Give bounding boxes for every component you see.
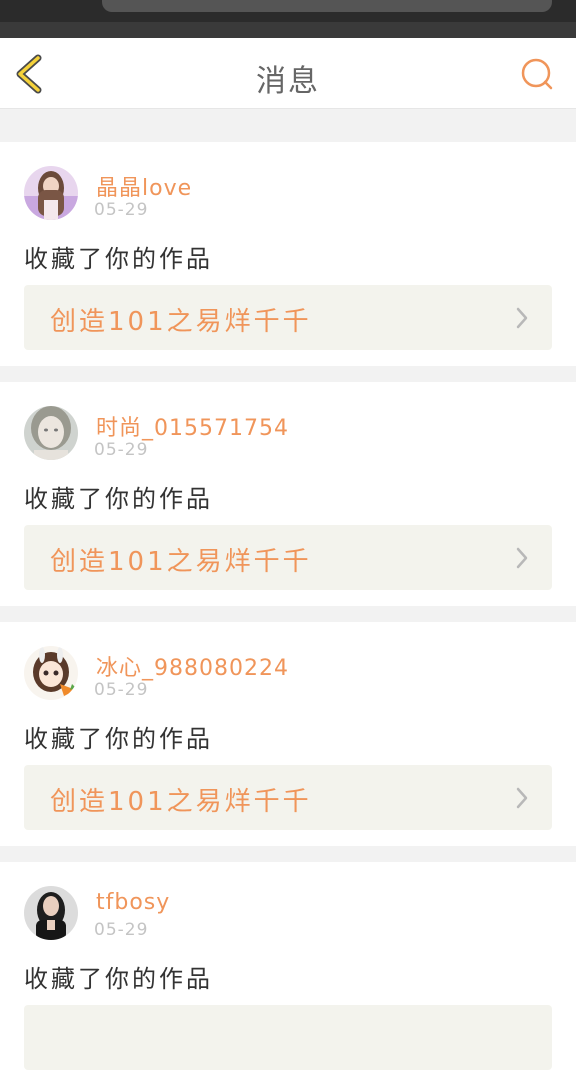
avatar-girl-long-hair	[24, 166, 78, 220]
avatar[interactable]	[24, 886, 78, 940]
chevron-right-icon	[516, 787, 528, 809]
message-card: 晶晶love 05-29 收藏了你的作品 创造101之易烊千千	[0, 142, 576, 366]
username[interactable]: 晶晶love	[96, 170, 192, 202]
work-link[interactable]	[24, 1005, 552, 1070]
work-title: 创造101之易烊千千	[50, 547, 312, 577]
search-icon	[521, 58, 553, 90]
timestamp: 05-29	[94, 440, 149, 460]
timestamp: 05-29	[94, 680, 149, 700]
work-link[interactable]: 创造101之易烊千千	[24, 285, 552, 350]
timestamp: 05-29	[94, 200, 149, 220]
avatar[interactable]	[24, 166, 78, 220]
username[interactable]: 时尚_015571754	[96, 410, 289, 442]
timestamp: 05-29	[94, 920, 149, 940]
avatar-blurred-face	[24, 406, 78, 460]
avatar-cartoon-bunny-girl	[24, 646, 78, 700]
action-text: 收藏了你的作品	[24, 725, 213, 753]
search-button[interactable]	[518, 55, 556, 93]
chevron-right-icon	[516, 547, 528, 569]
avatar[interactable]	[24, 406, 78, 460]
status-bar-divider	[0, 22, 576, 38]
action-text: 收藏了你的作品	[24, 245, 213, 273]
avatar-woman-dark-hair	[24, 886, 78, 940]
action-text: 收藏了你的作品	[24, 965, 213, 993]
work-link[interactable]: 创造101之易烊千千	[24, 765, 552, 830]
chevron-left-icon	[16, 54, 42, 94]
work-title: 创造101之易烊千千	[50, 787, 312, 817]
work-link[interactable]: 创造101之易烊千千	[24, 525, 552, 590]
avatar[interactable]	[24, 646, 78, 700]
username[interactable]: tfbosy	[96, 890, 170, 915]
username[interactable]: 冰心_988080224	[96, 650, 289, 682]
chevron-right-icon	[516, 307, 528, 329]
message-card: 冰心_988080224 05-29 收藏了你的作品 创造101之易烊千千	[0, 622, 576, 846]
page-title: 消息	[256, 64, 320, 99]
status-bar-notch	[102, 0, 552, 12]
back-button[interactable]	[12, 52, 52, 96]
message-card: 时尚_015571754 05-29 收藏了你的作品 创造101之易烊千千	[0, 382, 576, 606]
action-text: 收藏了你的作品	[24, 485, 213, 513]
message-card: tfbosy 05-29 收藏了你的作品	[0, 862, 576, 1086]
work-title: 创造101之易烊千千	[50, 307, 312, 337]
status-bar	[0, 0, 576, 38]
nav-bar: 消息	[0, 38, 576, 109]
